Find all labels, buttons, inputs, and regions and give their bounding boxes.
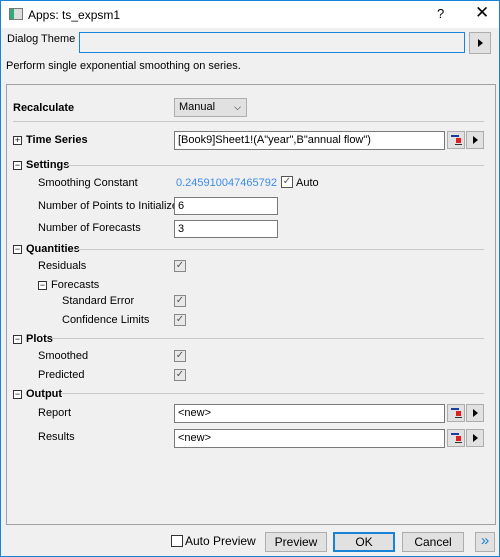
output-group-label: Output bbox=[26, 388, 63, 400]
auto-checkbox[interactable]: ✓ bbox=[281, 176, 293, 188]
ok-button[interactable]: OK bbox=[333, 532, 395, 552]
theme-menu-button[interactable] bbox=[469, 32, 491, 54]
smoothing-constant-label: Smoothing Constant bbox=[38, 177, 138, 189]
time-series-input[interactable]: [Book9]Sheet1!(A"year",B"annual flow") bbox=[174, 131, 445, 150]
results-select-button[interactable] bbox=[447, 429, 465, 447]
auto-preview-checkbox[interactable] bbox=[171, 535, 183, 547]
divider bbox=[76, 249, 484, 250]
predicted-checkbox[interactable]: ✓ bbox=[174, 369, 186, 381]
report-label: Report bbox=[38, 407, 72, 419]
play-icon bbox=[472, 136, 478, 144]
description: Perform single exponential smoothing on … bbox=[6, 60, 241, 72]
smoothing-constant-value: 0.245910047465792 bbox=[176, 177, 277, 189]
time-series-label: Time Series bbox=[26, 134, 88, 146]
app-icon bbox=[9, 8, 23, 20]
dialog-theme-input[interactable] bbox=[79, 32, 465, 53]
settings-group-label: Settings bbox=[26, 159, 70, 171]
expand-icon[interactable]: + bbox=[13, 136, 22, 145]
dialog-theme-label: Dialog Theme bbox=[7, 33, 76, 45]
cancel-button[interactable]: Cancel bbox=[402, 532, 464, 552]
standard-error-label: Standard Error bbox=[62, 295, 135, 307]
results-label: Results bbox=[38, 431, 75, 443]
divider bbox=[66, 165, 484, 166]
expand-dialog-button[interactable]: » bbox=[475, 532, 495, 552]
select-range-button[interactable] bbox=[447, 131, 465, 149]
forecasts-group-label: Forecasts bbox=[51, 279, 100, 291]
preview-button[interactable]: Preview bbox=[265, 532, 327, 552]
help-button[interactable]: ? bbox=[437, 6, 444, 21]
play-icon bbox=[472, 409, 478, 417]
title-bar: Apps: ts_expsm1 ? ✕ bbox=[1, 1, 499, 28]
predicted-label: Predicted bbox=[38, 369, 85, 381]
recalculate-label: Recalculate bbox=[13, 102, 75, 114]
results-menu-button[interactable] bbox=[466, 429, 484, 447]
auto-preview-label: Auto Preview bbox=[185, 534, 256, 548]
play-icon bbox=[477, 39, 483, 47]
init-points-label: Number of Points to Initialize bbox=[38, 200, 179, 212]
confidence-limits-checkbox[interactable]: ✓ bbox=[174, 314, 186, 326]
divider bbox=[13, 121, 484, 122]
collapse-icon[interactable]: − bbox=[38, 281, 47, 290]
auto-label: Auto bbox=[296, 177, 319, 189]
standard-error-checkbox[interactable]: ✓ bbox=[174, 295, 186, 307]
report-select-button[interactable] bbox=[447, 404, 465, 422]
collapse-icon[interactable]: − bbox=[13, 335, 22, 344]
residuals-checkbox[interactable]: ✓ bbox=[174, 260, 186, 272]
report-input[interactable]: <new> bbox=[174, 404, 445, 423]
range-icon bbox=[451, 408, 459, 410]
collapse-icon[interactable]: − bbox=[13, 245, 22, 254]
range-icon bbox=[451, 433, 459, 435]
close-button[interactable]: ✕ bbox=[475, 3, 489, 23]
dialog-window: Apps: ts_expsm1 ? ✕ Dialog Theme Perform… bbox=[0, 0, 500, 557]
time-series-menu-button[interactable] bbox=[466, 131, 484, 149]
residuals-label: Residuals bbox=[38, 260, 87, 272]
plots-group-label: Plots bbox=[26, 333, 53, 345]
collapse-icon[interactable]: − bbox=[13, 161, 22, 170]
collapse-icon[interactable]: − bbox=[13, 390, 22, 399]
smoothed-checkbox[interactable]: ✓ bbox=[174, 350, 186, 362]
divider bbox=[61, 393, 484, 394]
recalculate-value: Manual bbox=[179, 101, 216, 113]
quantities-group-label: Quantities bbox=[26, 243, 80, 255]
forecasts-count-input[interactable]: 3 bbox=[174, 220, 278, 238]
range-icon bbox=[451, 135, 459, 137]
play-icon bbox=[472, 434, 478, 442]
divider bbox=[51, 338, 484, 339]
recalculate-select[interactable]: Manual ⌵ bbox=[174, 98, 247, 117]
smoothed-label: Smoothed bbox=[38, 350, 89, 362]
window-title: Apps: ts_expsm1 bbox=[28, 8, 121, 22]
report-menu-button[interactable] bbox=[466, 404, 484, 422]
chevron-down-icon: ⌵ bbox=[234, 102, 241, 112]
forecasts-count-label: Number of Forecasts bbox=[38, 222, 141, 234]
results-input[interactable]: <new> bbox=[174, 429, 445, 448]
init-points-input[interactable]: 6 bbox=[174, 197, 278, 215]
confidence-limits-label: Confidence Limits bbox=[62, 314, 150, 326]
